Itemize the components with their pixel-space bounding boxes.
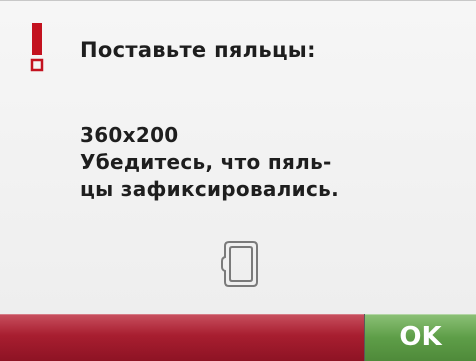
hoop-size-text: 360x200 <box>80 123 179 147</box>
hoop-dialog: Поставьте пяльцы: 360x200 Убедитесь, что… <box>0 0 476 361</box>
hoop-icon <box>221 241 258 287</box>
bottom-bar: OK <box>0 314 476 361</box>
dialog-message: 360x200 Убедитесь, что пяль- цы зафиксир… <box>80 122 339 203</box>
message-line-1: Убедитесь, что пяль- <box>80 150 332 174</box>
exclamation-icon <box>30 23 44 72</box>
message-line-2: цы зафиксировались. <box>80 177 339 201</box>
dialog-title: Поставьте пяльцы: <box>80 38 316 62</box>
ok-button[interactable]: OK <box>365 314 476 361</box>
status-bar <box>0 314 364 361</box>
